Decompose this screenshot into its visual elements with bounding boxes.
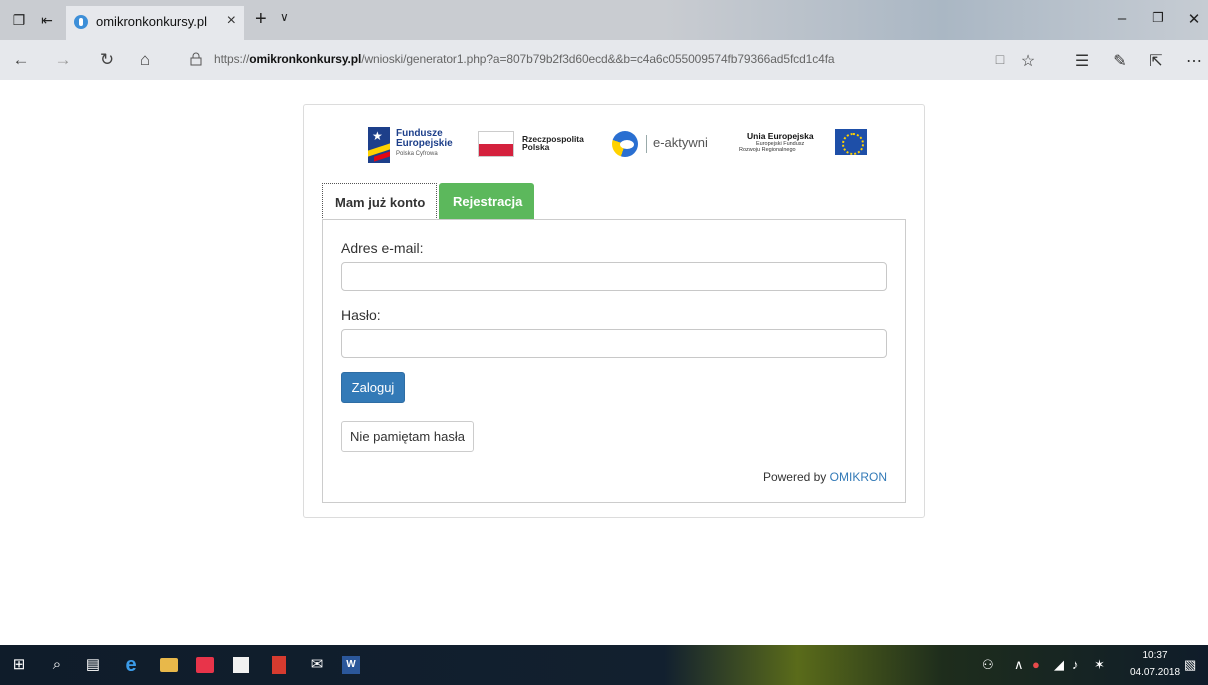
eu-flag-icon [835,129,867,155]
mail-app-icon[interactable] [196,657,214,673]
powered-by-text: Powered by [762,470,827,484]
edge-browser-icon[interactable]: e [120,655,142,675]
lock-icon[interactable] [190,52,202,66]
e-aktywni-logo-icon [612,131,638,157]
file-explorer-icon[interactable] [160,658,178,672]
tab-title: omikronkonkursy.pl [96,14,208,29]
start-windows-icon[interactable]: ⊞ [8,655,30,675]
omikron-link[interactable]: OMIKRON [830,470,887,484]
tray-chevron-up-icon[interactable]: ∧ [1014,657,1024,673]
password-input[interactable] [341,329,887,358]
email-label: Adres e-mail: [341,240,424,256]
tab-list-chevron-icon[interactable]: ∨ [280,10,289,24]
clock-time[interactable]: 10:37 [1135,650,1175,661]
favorites-hub-icon[interactable]: ☰ [1072,51,1092,71]
app-bookmark-icon[interactable] [272,656,286,674]
restore-button[interactable]: ❐ [1148,10,1168,26]
browser-tab-active[interactable]: omikronkonkursy.pl × [66,6,244,40]
email-envelope-icon[interactable]: ✉ [306,655,328,675]
address-toolbar: ← → ↻ ⌂ https://omikronkonkursy.pl/wnios… [0,40,1208,80]
login-form-panel: Adres e-mail: Hasło: Zaloguj Nie pamięta… [322,219,906,503]
antivirus-tray-icon[interactable]: ● [1032,657,1040,672]
powered-by: Powered by OMIKRON [763,470,887,484]
new-tab-button[interactable]: + [255,8,267,31]
e-aktywni-logo-text: e-aktywni [653,135,708,150]
dropbox-tray-icon[interactable]: ✶ [1094,657,1105,673]
logo-separator [646,135,647,153]
home-button[interactable]: ⌂ [134,50,156,70]
clock-date[interactable]: 04.07.2018 [1127,667,1183,678]
minimize-button[interactable]: – [1112,10,1132,27]
tab-register[interactable]: Rejestracja [439,183,534,220]
login-card: ★ Fundusze Europejskie Polska Cyfrowa Rz… [303,104,925,518]
search-icon[interactable]: ⌕ [46,655,68,675]
share-icon[interactable]: ⇱ [1146,51,1166,71]
tab-login[interactable]: Mam już konto [322,183,437,220]
ue-logo-text-1: Unia Europejska [747,131,814,141]
tab-preview-icon[interactable]: ❐ [10,11,28,29]
reading-view-icon[interactable]: □ [990,51,1010,67]
word-app-icon[interactable]: W [342,656,360,674]
store-bag-icon[interactable] [233,657,249,673]
login-button[interactable]: Zaloguj [341,372,405,403]
email-input[interactable] [341,262,887,291]
forgot-password-button[interactable]: Nie pamiętam hasła [341,421,474,452]
volume-icon[interactable]: ♪ [1072,657,1079,672]
people-icon[interactable]: ⚇ [982,657,994,673]
sponsor-logos: ★ Fundusze Europejskie Polska Cyfrowa Rz… [364,127,867,167]
fe-logo-text-3: Polska Cyfrowa [396,151,438,157]
favorite-star-icon[interactable]: ☆ [1018,51,1038,71]
web-note-pen-icon[interactable]: ✎ [1110,51,1130,71]
network-icon[interactable]: ◢ [1054,657,1064,673]
password-label: Hasło: [341,307,381,323]
polish-flag-icon [478,131,514,157]
set-aside-tabs-icon[interactable]: ⇤ [38,11,56,29]
tab-close-icon[interactable]: × [227,12,236,30]
close-window-button[interactable]: ✕ [1184,10,1204,28]
refresh-button[interactable]: ↻ [96,50,118,70]
action-center-icon[interactable]: ▧ [1184,657,1196,673]
browser-tab-bar: ❐ ⇤ omikronkonkursy.pl × + ∨ – ❐ ✕ [0,0,1208,40]
ue-logo-text-3: Rozwoju Regionalnego [739,147,796,153]
more-options-icon[interactable]: ⋯ [1184,51,1204,71]
forward-button[interactable]: → [52,50,74,70]
fe-logo-text-2: Europejskie [396,138,453,149]
task-view-icon[interactable]: ▤ [82,655,104,675]
site-favicon-icon [74,15,88,29]
address-bar-url[interactable]: https://omikronkonkursy.pl/wnioski/gener… [214,52,835,66]
rp-logo-text-2: Polska [522,142,550,152]
windows-taskbar: ⊞ ⌕ ▤ e ✉ W ⚇ ∧ ● ◢ ♪ ✶ 10:37 04.07.2018… [0,645,1208,685]
back-button[interactable]: ← [10,50,32,70]
fundusze-europejskie-logo-icon: ★ [368,127,390,163]
